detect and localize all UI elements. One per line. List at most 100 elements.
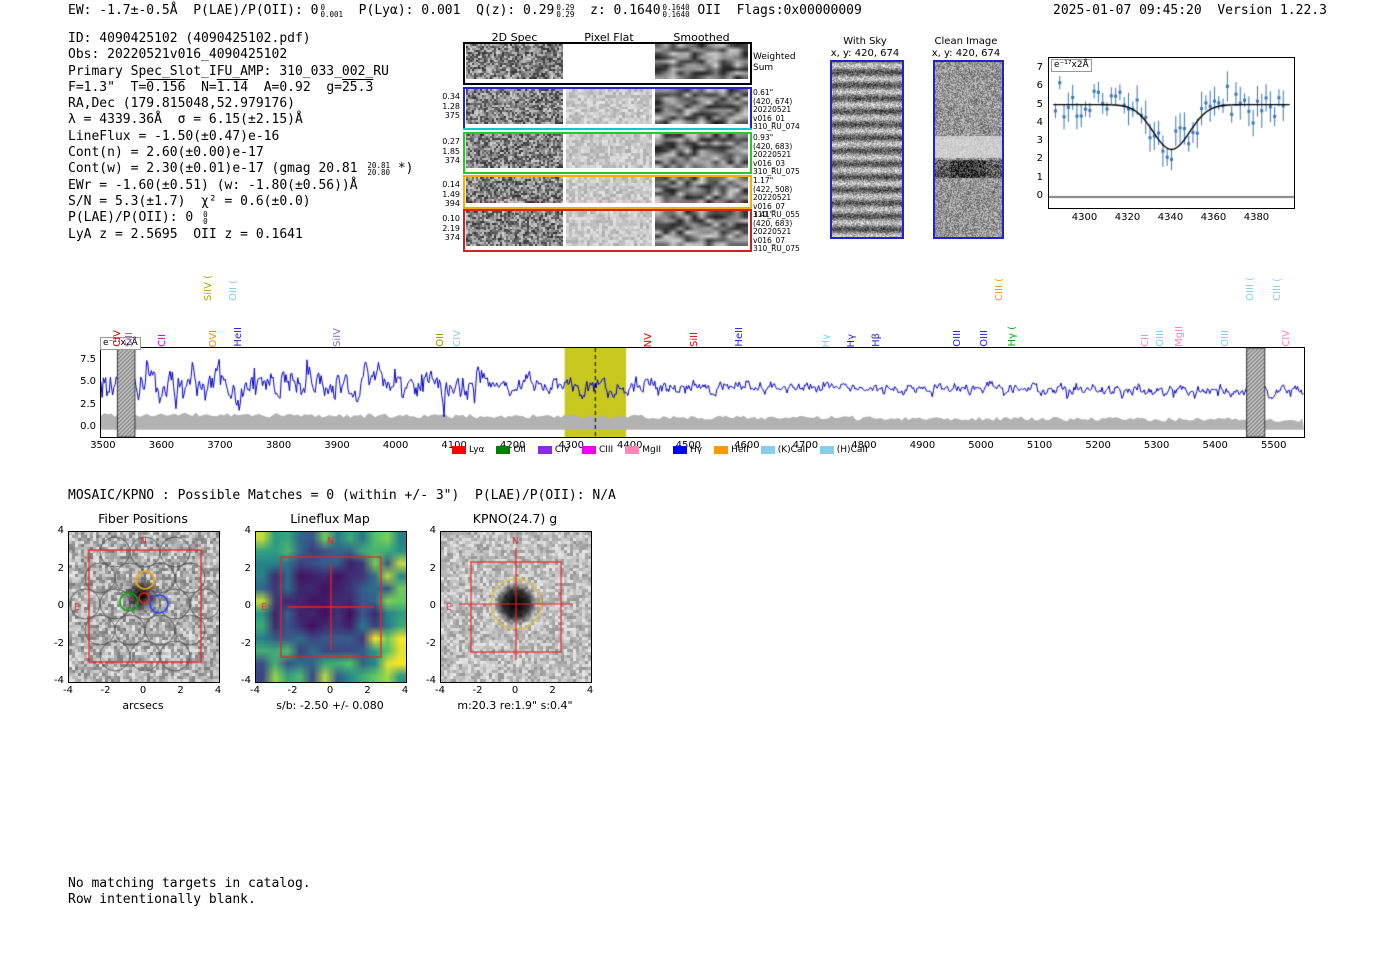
overline-value: 25.3	[341, 79, 374, 95]
legend-label: (H)CaII	[836, 445, 868, 455]
cutout-xtick: 0	[139, 685, 147, 696]
spectrum-xtick: 5100	[1026, 440, 1053, 451]
left-label-line: 374	[444, 156, 460, 165]
spectral-line-label: SiIV	[332, 328, 344, 347]
stacked-fraction: 0.29 0.29	[556, 3, 574, 19]
spectrum-ytick: 5.0	[80, 376, 96, 388]
spectral-line-label: CII	[157, 334, 169, 347]
info-line: Cont(w) = 2.30(±0.01)e-17 (gmag 20.81 20…	[68, 161, 413, 177]
spec2d-panel-smoothed	[655, 211, 748, 246]
text-segment: OII Flags:0x00000009	[689, 3, 862, 18]
cutout-xtick: 4	[586, 685, 594, 696]
text-segment: Cont(n) = 2.60(±0.00)e-17	[68, 145, 264, 161]
legend-item: Hγ	[673, 445, 702, 455]
spec2d-panel-pixelflat	[566, 211, 652, 246]
cutout-ytick: 4	[57, 525, 64, 536]
left-label-line: 0.10	[442, 214, 460, 223]
spectral-line-label: CIV	[451, 330, 463, 347]
legend-item: HeII	[714, 445, 749, 455]
left-label-line: 0.34	[442, 92, 460, 101]
legend-swatch	[819, 446, 834, 454]
stack-bottom: 0	[203, 217, 208, 227]
cutout-ytick: 0	[57, 600, 64, 611]
spec2d-panel-pixelflat	[566, 44, 652, 79]
spectrum-xtick: 3700	[207, 440, 233, 451]
cutout-ytick: -2	[54, 637, 64, 649]
spectral-line-label: OIII	[979, 330, 991, 347]
cutout-xtick: 2	[549, 685, 556, 696]
left-label-line: 2.19	[442, 223, 460, 233]
legend-label: HeII	[731, 445, 749, 455]
legend-item: OII	[496, 445, 526, 455]
stacked-fraction: 20.81 20.80	[367, 162, 390, 177]
mosaic-matches-line: MOSAIC/KPNO : Possible Matches = 0 (with…	[68, 488, 616, 503]
spectral-line-label: CIII (	[1271, 278, 1283, 301]
clean-image-coords: x, y: 420, 674	[931, 48, 1001, 59]
spectral-line-label: Hγ (	[1006, 326, 1018, 347]
spec2d-panel-2dspec	[466, 44, 563, 79]
text-segment: ID: 4090425102 (4090425102.pdf)	[68, 31, 311, 46]
stacked-fraction: 0.1640 0.1640	[663, 3, 690, 19]
legend-label: Hγ	[690, 445, 703, 455]
spectral-line-label: CIII (	[993, 278, 1005, 301]
right-label-line: Weighted	[753, 52, 796, 62]
left-label-line: 375	[444, 111, 460, 120]
timestamp-version: 2025-01-07 09:45:20 Version 1.22.3	[1053, 3, 1327, 18]
fit-plot-ytick: 4	[1036, 116, 1043, 128]
spectral-line-label: Hγ	[845, 333, 857, 347]
legend-swatch	[673, 446, 688, 454]
spec2d-row-accent-line	[463, 128, 752, 130]
cutout-ytick: 2	[244, 562, 251, 574]
spectrum-xtick: 5400	[1202, 440, 1228, 451]
spectral-line-label: CIV	[112, 330, 124, 347]
spec2d-row-right-labels: Weighted Sum	[753, 52, 801, 73]
text-segment: LyA z = 2.5695 OII z = 0.1641	[68, 226, 303, 242]
spectral-line-label: OIII	[951, 330, 963, 347]
cutout-xtick: 0	[511, 685, 519, 696]
text-segment: z: 0.1640	[574, 3, 661, 18]
summary-header-line: EW: -1.7±-0.5Å P(LAE)/P(OII): 0 0 0.001 P(…	[68, 3, 862, 19]
legend-label: Lyα	[469, 445, 485, 455]
spectrum-ytick: 7.5	[80, 353, 96, 365]
info-line: F=1.3" T=0.156 N=1.14 A=0.92 g=25.3	[68, 80, 413, 96]
fit-plot-ytick: 3	[1036, 135, 1043, 147]
spec2d-row-left-labels: 0.14 1.49 394	[432, 180, 460, 209]
left-label-line: 0.27	[442, 137, 460, 146]
text-segment: EWr = -1.60(±0.51) (w: -1.80(±0.56))Å	[68, 177, 358, 193]
legend-item: (H)CaII	[819, 445, 868, 455]
spectral-line-label: CIV	[1280, 330, 1292, 347]
legend-swatch	[581, 446, 596, 454]
spec2d-panel-2dspec	[466, 211, 563, 246]
right-label-line: Sum	[753, 62, 774, 73]
info-line: Cont(n) = 2.60(±0.00)e-17	[68, 145, 413, 161]
cutout-xtick: -2	[472, 685, 483, 696]
text-segment: S/N = 5.3(±1.7) χ² = 0.6(±0.0)	[68, 193, 311, 209]
spec2d-row-left-labels: 0.10 2.19 374	[432, 214, 460, 243]
spec2d-panel-smoothed	[655, 89, 748, 124]
cutout-ytick: 0	[429, 600, 436, 611]
spectral-line-label: SiIV (	[202, 275, 214, 301]
overline-value: 1.14	[216, 79, 249, 95]
spectrum-plot-canvas	[100, 347, 1305, 438]
fit-plot-ytick: 0	[1036, 190, 1043, 202]
spectral-line-label: OVI	[207, 329, 219, 348]
spectral-line-label: OIII (	[1245, 277, 1257, 301]
legend-item: Lyα	[452, 445, 484, 455]
legend-swatch	[714, 446, 729, 454]
left-label-line: 1.28	[442, 101, 460, 111]
fit-plot-ytick: 2	[1036, 153, 1043, 165]
info-line: Obs: 20220521v016_4090425102	[68, 47, 413, 63]
legend-item: (K)CaII	[760, 445, 808, 455]
cutout-ytick: 2	[429, 562, 436, 574]
legend-label: MgII	[642, 445, 662, 455]
fit-plot-xtick: 4320	[1114, 212, 1141, 223]
spec2d-row-right-labels: 1.41" (420, 683) 20220521 v016_07 310_RU_075	[753, 210, 801, 254]
legend-item: MgII	[625, 445, 661, 455]
cutout-title: Fiber Positions	[98, 511, 188, 526]
line-fit-plot-canvas	[1048, 57, 1295, 209]
detection-info-block: ID: 4090425102 (4090425102.pdf) Obs: 2022…	[68, 31, 413, 243]
spectral-line-label: SiII	[689, 331, 701, 347]
fit-plot-xtick: 4380	[1243, 212, 1270, 223]
text-segment: Primary Spec_Slot_IFU_AMP: 310_033_002_R…	[68, 63, 389, 79]
spectrum-xtick: 3800	[265, 440, 292, 451]
